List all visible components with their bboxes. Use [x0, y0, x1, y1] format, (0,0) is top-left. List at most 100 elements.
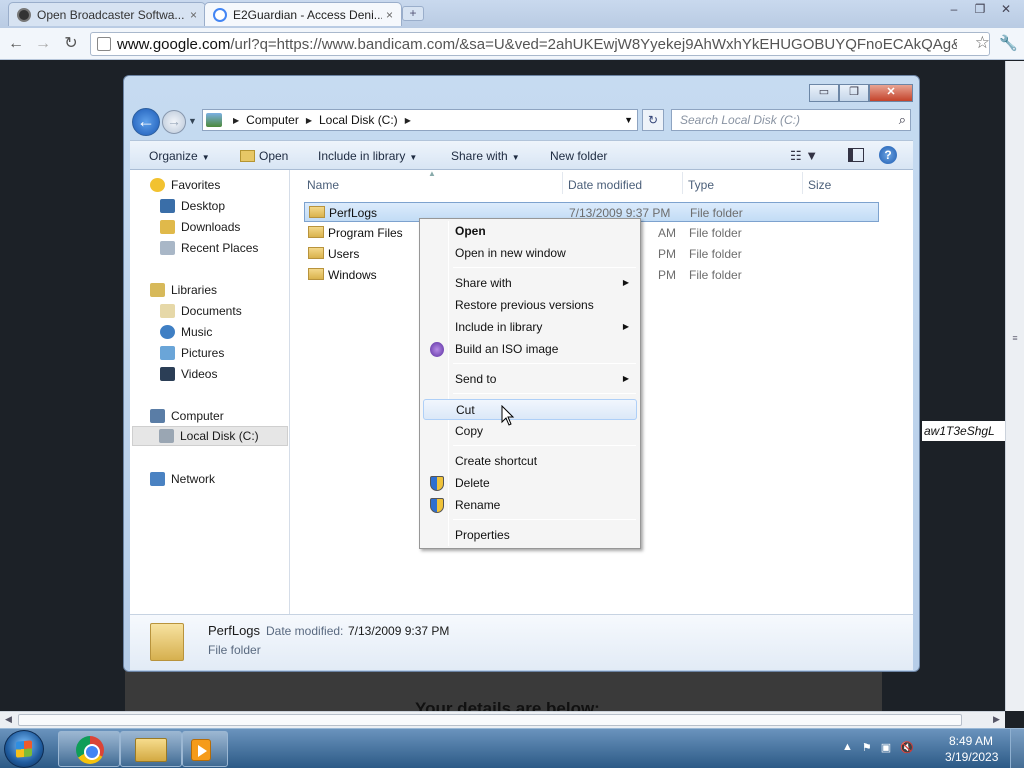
- new-folder-button[interactable]: New folder: [550, 149, 607, 163]
- column-divider[interactable]: [802, 172, 803, 194]
- menu-item-properties[interactable]: Properties: [423, 525, 637, 546]
- include-in-library-button[interactable]: Include in library ▼: [318, 149, 417, 163]
- nav-music[interactable]: Music: [160, 322, 212, 342]
- url-domain: www.google.com: [117, 36, 231, 53]
- preview-pane-icon[interactable]: [848, 148, 864, 162]
- menu-item-create-shortcut[interactable]: Create shortcut: [423, 451, 637, 472]
- vertical-scrollbar[interactable]: ≡: [1005, 61, 1024, 711]
- new-tab-button[interactable]: +: [402, 6, 424, 21]
- chevron-right-icon[interactable]: ▶: [405, 116, 411, 125]
- nav-downloads[interactable]: Downloads: [160, 217, 240, 237]
- menu-item-copy[interactable]: Copy: [423, 421, 637, 442]
- breadcrumb-local-disk[interactable]: Local Disk (C:): [319, 113, 398, 127]
- nav-videos[interactable]: Videos: [160, 364, 217, 384]
- volume-muted-icon[interactable]: 🔇: [900, 741, 914, 754]
- start-button[interactable]: [4, 730, 44, 768]
- scroll-left-icon[interactable]: ◀: [5, 714, 12, 725]
- forward-arrow-icon[interactable]: →: [33, 34, 53, 54]
- help-icon[interactable]: ?: [879, 146, 897, 164]
- nav-label: Local Disk (C:): [180, 429, 259, 443]
- column-divider[interactable]: [682, 172, 683, 194]
- menu-label: Rename: [455, 498, 501, 512]
- taskbar-explorer[interactable]: [120, 731, 182, 767]
- show-desktop-button[interactable]: [1010, 729, 1024, 768]
- network-icon: [150, 472, 165, 486]
- minimize-button[interactable]: –: [942, 2, 966, 18]
- menu-label: Share with: [455, 276, 512, 290]
- nav-pictures[interactable]: Pictures: [160, 343, 224, 363]
- menu-item-build-iso[interactable]: Build an ISO image: [423, 339, 637, 360]
- horizontal-scrollbar[interactable]: ◀ ▶: [0, 711, 1005, 728]
- taskbar: ▲ ⚑ ▣ 🔇 8:49 AM 3/19/2023: [0, 728, 1024, 768]
- search-icon[interactable]: ⌕: [899, 112, 906, 128]
- nav-documents[interactable]: Documents: [160, 301, 242, 321]
- bookmark-star-icon[interactable]: ☆: [975, 33, 990, 53]
- tab-close-icon[interactable]: ×: [190, 8, 197, 22]
- browser-toolbar: ← → ↻ www.google.com/url?q=https://www.b…: [0, 28, 1024, 60]
- folder-icon: [309, 206, 325, 218]
- chevron-right-icon[interactable]: ▶: [306, 116, 312, 125]
- minimize-button[interactable]: ▭: [809, 84, 839, 102]
- menu-item-rename[interactable]: Rename: [423, 495, 637, 516]
- back-arrow-icon[interactable]: ←: [6, 34, 26, 54]
- organize-button[interactable]: Organize ▼: [149, 149, 210, 163]
- wrench-menu-icon[interactable]: 🔧: [999, 34, 1018, 52]
- tab-obs[interactable]: Open Broadcaster Softwa... ×: [8, 2, 206, 26]
- view-options-icon[interactable]: ☷ ▼: [790, 148, 818, 164]
- column-type[interactable]: Type: [688, 178, 714, 192]
- nav-libraries[interactable]: Libraries: [150, 280, 217, 300]
- taskbar-clock[interactable]: 8:49 AM 3/19/2023: [945, 733, 998, 765]
- address-bar[interactable]: www.google.com/url?q=https://www.bandica…: [90, 32, 990, 56]
- menu-item-delete[interactable]: Delete: [423, 473, 637, 494]
- nav-label: Documents: [181, 304, 242, 318]
- reload-icon[interactable]: ↻: [61, 34, 81, 54]
- show-hidden-icons-icon[interactable]: ▲: [842, 741, 853, 754]
- menu-separator: [453, 363, 636, 364]
- refresh-icon[interactable]: ↻: [642, 109, 664, 131]
- maximize-button[interactable]: ❐: [839, 84, 869, 102]
- menu-item-share-with[interactable]: Share with ▶: [423, 273, 637, 294]
- nav-recent-places[interactable]: Recent Places: [160, 238, 258, 258]
- nav-desktop[interactable]: Desktop: [160, 196, 225, 216]
- chevron-down-icon[interactable]: ▼: [624, 115, 633, 125]
- close-button[interactable]: ✕: [994, 2, 1018, 18]
- nav-local-disk[interactable]: Local Disk (C:): [132, 426, 288, 446]
- breadcrumb-computer[interactable]: Computer: [246, 113, 299, 127]
- tab-e2guardian[interactable]: E2Guardian - Access Deni... ×: [204, 2, 402, 26]
- nav-label: Desktop: [181, 199, 226, 213]
- nav-favorites[interactable]: Favorites: [150, 175, 220, 195]
- share-with-button[interactable]: Share with ▼: [451, 149, 520, 163]
- submenu-arrow-icon: ▶: [622, 278, 629, 287]
- forward-arrow-icon[interactable]: →: [162, 110, 186, 134]
- nav-network[interactable]: Network: [150, 469, 215, 489]
- action-center-flag-icon[interactable]: ⚑: [862, 741, 872, 754]
- column-divider[interactable]: [562, 172, 563, 194]
- menu-item-cut[interactable]: Cut: [423, 399, 637, 420]
- menu-item-open-new-window[interactable]: Open in new window: [423, 243, 637, 264]
- back-arrow-icon[interactable]: ←: [132, 108, 160, 136]
- menu-item-restore[interactable]: Restore previous versions: [423, 295, 637, 316]
- explorer-address-bar[interactable]: ▶ Computer ▶ Local Disk (C:) ▶ ▼: [202, 109, 638, 131]
- taskbar-bandicam[interactable]: [182, 731, 228, 767]
- detail-name: PerfLogs: [208, 623, 261, 638]
- scroll-right-icon[interactable]: ▶: [993, 714, 1000, 725]
- history-dropdown-icon[interactable]: ▼: [188, 116, 197, 126]
- tab-close-icon[interactable]: ×: [386, 8, 393, 22]
- maximize-button[interactable]: ❐: [968, 2, 992, 18]
- file-type: File folder: [689, 268, 742, 282]
- menu-item-send-to[interactable]: Send to ▶: [423, 369, 637, 390]
- taskbar-chrome[interactable]: [58, 731, 120, 767]
- column-size[interactable]: Size: [808, 178, 831, 192]
- close-button[interactable]: ✕: [869, 84, 913, 102]
- column-name[interactable]: Name: [307, 178, 339, 192]
- menu-item-include-library[interactable]: Include in library ▶: [423, 317, 637, 338]
- file-name: Windows: [328, 268, 377, 282]
- column-date[interactable]: Date modified: [568, 178, 642, 192]
- network-tray-icon[interactable]: ▣: [881, 741, 891, 754]
- scroll-thumb[interactable]: [18, 714, 962, 726]
- open-button[interactable]: Open: [240, 149, 288, 163]
- search-input[interactable]: Search Local Disk (C:) ⌕: [671, 109, 911, 131]
- menu-item-open[interactable]: Open: [423, 221, 637, 242]
- chevron-right-icon[interactable]: ▶: [233, 116, 239, 125]
- nav-computer[interactable]: Computer: [150, 406, 224, 426]
